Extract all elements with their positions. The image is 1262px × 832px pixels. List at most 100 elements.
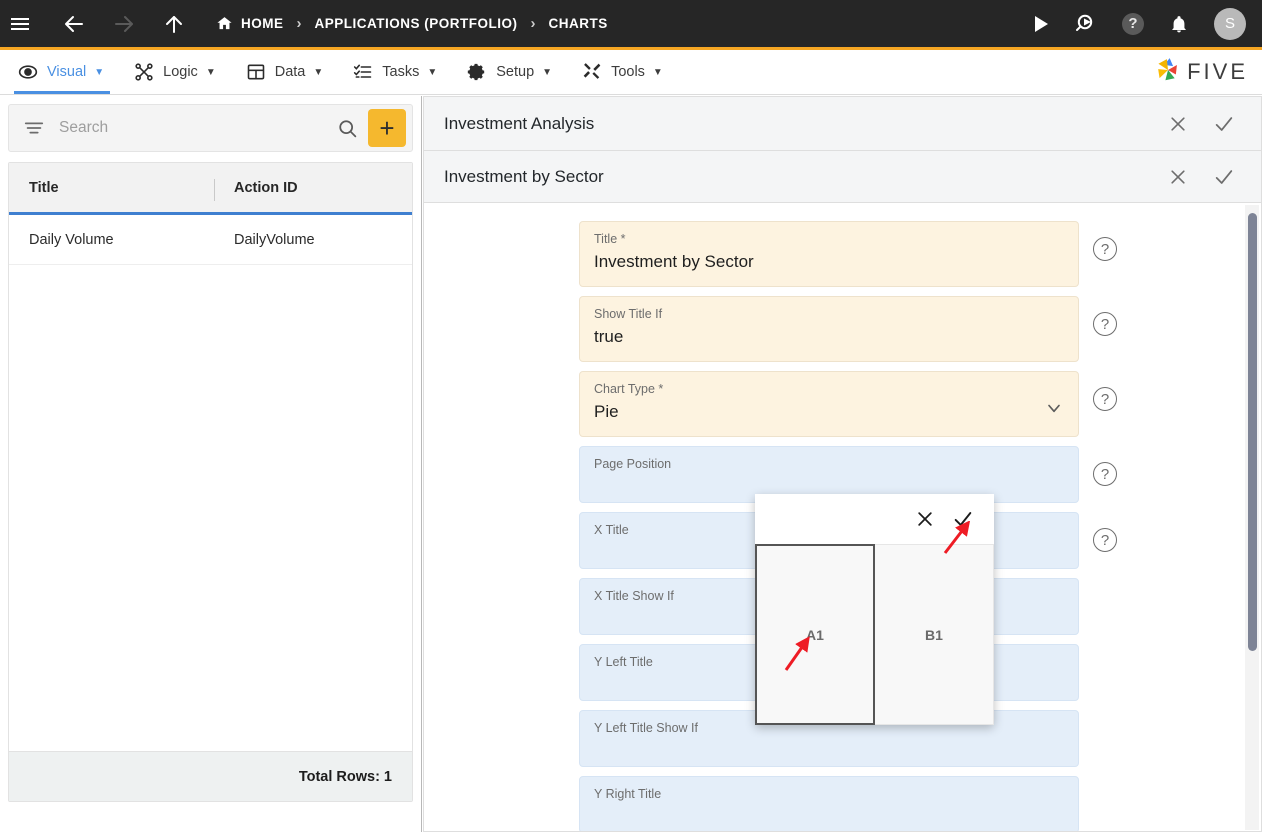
- notifications-bell-icon[interactable]: [1156, 4, 1202, 44]
- table-grid-icon: [246, 62, 266, 82]
- filter-icon[interactable]: [23, 117, 45, 139]
- eye-icon: [18, 62, 38, 82]
- cell-action-id: DailyVolume: [234, 231, 315, 248]
- chevron-down-icon: ▼: [542, 66, 553, 78]
- column-header-title[interactable]: Title: [9, 180, 214, 196]
- tools-icon: [582, 62, 602, 82]
- breadcrumb-home[interactable]: HOME: [216, 15, 284, 32]
- left-list-panel: + Title Action ID Daily Volume DailyVolu…: [0, 96, 422, 832]
- logic-nodes-icon: [134, 62, 154, 82]
- add-record-button[interactable]: +: [368, 109, 406, 147]
- form-row: Title * Investment by Sector?: [424, 221, 1261, 287]
- cell-title: Daily Volume: [29, 231, 114, 248]
- tab-data[interactable]: Data ▼: [242, 50, 340, 94]
- records-table: Title Action ID Daily Volume DailyVolume…: [8, 162, 413, 802]
- form-field-title[interactable]: Title * Investment by Sector: [579, 221, 1079, 287]
- five-brand-logo: FIVE: [1153, 50, 1262, 94]
- inner-panel-header: Investment by Sector: [423, 151, 1262, 203]
- topbar-actions: ? S: [1018, 4, 1262, 44]
- tab-tasks[interactable]: Tasks ▼: [349, 50, 453, 94]
- help-icon-circle: ?: [1122, 12, 1144, 35]
- tab-logic[interactable]: Logic ▼: [130, 50, 232, 94]
- help-question-icon[interactable]: ?: [1110, 4, 1156, 44]
- gear-icon: [467, 62, 487, 82]
- inner-panel-confirm-icon[interactable]: [1201, 157, 1247, 197]
- grid-cell-a1[interactable]: A1: [755, 544, 875, 725]
- field-help-icon[interactable]: ?: [1093, 528, 1117, 552]
- form-field-y-right-title[interactable]: Y Right Title: [579, 776, 1079, 831]
- back-arrow-icon[interactable]: [54, 4, 94, 44]
- field-label: Y Right Title: [594, 787, 662, 801]
- tab-tasks-label: Tasks: [382, 64, 420, 80]
- field-value: Investment by Sector: [594, 252, 754, 271]
- breadcrumb-home-label: HOME: [241, 16, 284, 31]
- field-value: true: [594, 327, 624, 346]
- scrollbar-thumb[interactable]: [1248, 213, 1257, 651]
- tab-setup-label: Setup: [496, 64, 535, 80]
- outer-panel-header: Investment Analysis: [423, 96, 1262, 151]
- tab-setup[interactable]: Setup ▼: [463, 50, 568, 94]
- chevron-down-icon: ▼: [94, 66, 105, 78]
- search-play-icon[interactable]: [1064, 4, 1110, 44]
- grid-cell-a1-label: A1: [806, 626, 824, 643]
- field-label: Show Title If: [594, 307, 663, 321]
- outer-panel-actions: [1155, 104, 1247, 144]
- tab-logic-label: Logic: [163, 64, 198, 80]
- search-bar: +: [8, 104, 413, 152]
- five-brand-text: FIVE: [1187, 59, 1248, 84]
- column-divider: [214, 179, 215, 201]
- column-header-action-id[interactable]: Action ID: [214, 180, 412, 196]
- outer-panel-title: Investment Analysis: [444, 113, 595, 133]
- hamburger-menu-icon[interactable]: [0, 4, 40, 44]
- user-avatar[interactable]: S: [1214, 7, 1246, 40]
- table-header-row: Title Action ID: [9, 163, 412, 215]
- field-help-icon[interactable]: ?: [1093, 312, 1117, 336]
- tab-data-label: Data: [274, 64, 306, 80]
- tab-visual[interactable]: Visual ▼: [14, 50, 120, 94]
- main-content-area: Investment Analysis Investment by Sector…: [423, 96, 1262, 832]
- breadcrumb-charts[interactable]: CHARTS: [549, 16, 608, 31]
- forward-arrow-icon[interactable]: [104, 4, 144, 44]
- home-icon: [216, 15, 233, 32]
- breadcrumb-applications[interactable]: APPLICATIONS (PORTFOLIO): [315, 16, 518, 31]
- page-position-popup: A1 B1: [755, 494, 994, 725]
- chevron-down-icon: ▼: [313, 66, 324, 78]
- popup-confirm-icon[interactable]: [944, 500, 982, 538]
- form-field-show-title-if[interactable]: Show Title If true: [579, 296, 1079, 362]
- inner-panel-title: Investment by Sector: [444, 166, 604, 186]
- field-help-icon[interactable]: ?: [1093, 237, 1117, 261]
- popup-header: [755, 494, 994, 544]
- chevron-down-icon[interactable]: [1044, 398, 1064, 423]
- avatar-initial: S: [1224, 15, 1235, 32]
- checklist-icon: [353, 62, 373, 82]
- breadcrumb-applications-label: APPLICATIONS (PORTFOLIO): [314, 16, 518, 31]
- form-row: Show Title If true?: [424, 296, 1261, 362]
- chevron-down-icon: ▼: [652, 66, 663, 78]
- chevron-down-icon: ▼: [427, 66, 438, 78]
- chevron-down-icon: ▼: [205, 66, 216, 78]
- search-icon[interactable]: [327, 118, 368, 139]
- field-help-icon[interactable]: ?: [1093, 462, 1117, 486]
- form-row: Y Right Title?: [424, 776, 1261, 831]
- tab-tools-label: Tools: [611, 64, 645, 80]
- table-row[interactable]: Daily Volume DailyVolume: [9, 215, 412, 265]
- up-arrow-icon[interactable]: [154, 4, 194, 44]
- form-vertical-scrollbar[interactable]: [1245, 205, 1259, 830]
- grid-cell-b1[interactable]: B1: [875, 544, 994, 725]
- outer-panel-confirm-icon[interactable]: [1201, 104, 1247, 144]
- plus-icon: +: [379, 112, 395, 143]
- run-play-icon[interactable]: [1018, 4, 1064, 44]
- form-row: Chart Type * Pie?: [424, 371, 1261, 437]
- total-rows-label: Total Rows: 1: [9, 751, 412, 801]
- popup-close-icon[interactable]: [906, 500, 944, 538]
- field-label: Title *: [594, 232, 626, 246]
- inner-panel-close-icon[interactable]: [1155, 157, 1201, 197]
- search-input[interactable]: [59, 119, 327, 137]
- outer-panel-close-icon[interactable]: [1155, 104, 1201, 144]
- field-label: Chart Type *: [594, 382, 664, 396]
- field-help-icon[interactable]: ?: [1093, 387, 1117, 411]
- tab-tools[interactable]: Tools ▼: [578, 50, 679, 94]
- inner-panel-actions: [1155, 157, 1247, 197]
- field-label: Page Position: [594, 457, 672, 471]
- form-field-chart-type[interactable]: Chart Type * Pie: [579, 371, 1079, 437]
